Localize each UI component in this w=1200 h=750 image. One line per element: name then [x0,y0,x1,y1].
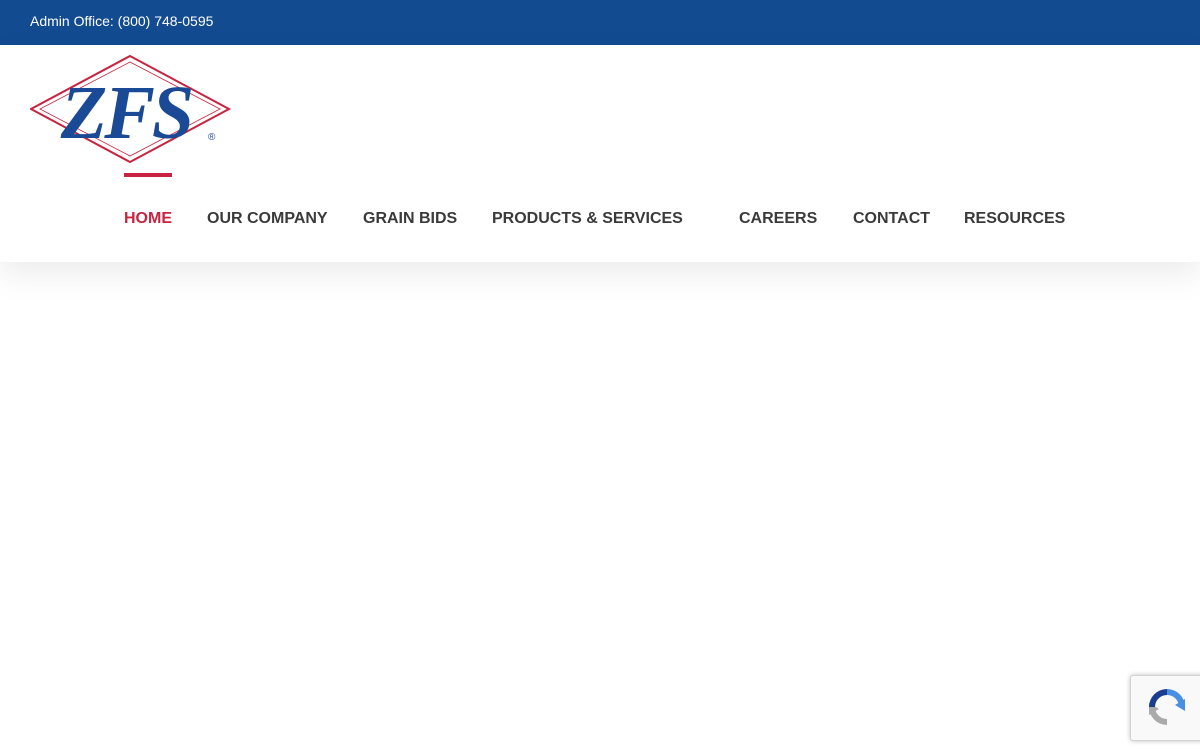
admin-office-phone[interactable]: Admin Office: (800) 748-0595 [30,13,213,29]
nav-item-careers[interactable]: CAREERS [739,210,817,228]
nav-item-grain-bids[interactable]: GRAIN BIDS [363,210,457,228]
active-nav-indicator [124,173,172,177]
recaptcha-icon [1149,689,1185,725]
nav-item-products-services[interactable]: PRODUCTS & SERVICES [492,210,683,228]
nav-item-home[interactable]: HOME [124,210,172,228]
nav-item-resources[interactable]: RESOURCES [964,210,1065,228]
nav-item-our-company[interactable]: OUR COMPANY [207,210,328,228]
site-header: ZFS ® HOME OUR COMPANY GRAIN BIDS PRODUC… [0,45,1200,262]
nav-item-contact[interactable]: CONTACT [853,210,930,228]
main-navigation: HOME OUR COMPANY GRAIN BIDS PRODUCTS & S… [0,45,1200,262]
recaptcha-badge[interactable] [1130,675,1200,741]
top-bar: Admin Office: (800) 748-0595 [0,0,1200,45]
